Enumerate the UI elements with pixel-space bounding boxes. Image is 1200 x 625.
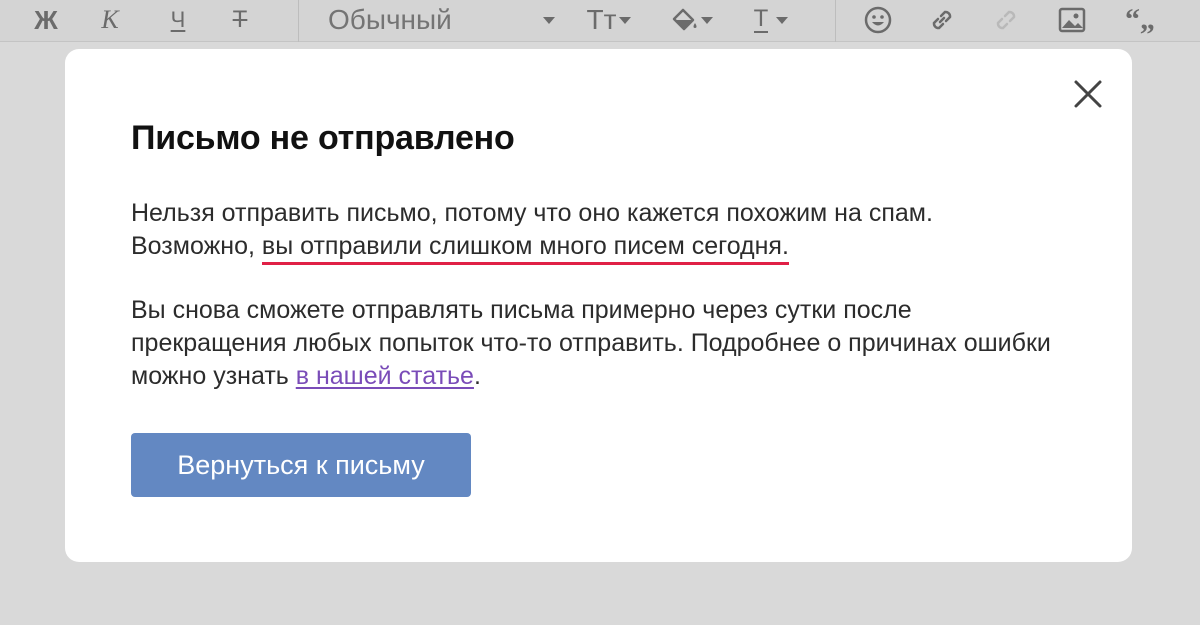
toolbar-divider xyxy=(835,0,836,42)
picture-icon xyxy=(1058,7,1086,33)
font-size-label: Тт xyxy=(586,4,617,35)
article-link[interactable]: в нашей статье xyxy=(296,362,474,390)
text-color-icon[interactable]: Т xyxy=(738,0,804,40)
font-size-icon[interactable]: Тт xyxy=(576,0,642,40)
format-select-value: Обычный xyxy=(328,4,452,35)
message-end: . xyxy=(473,362,481,390)
quote-icon[interactable]: “„ xyxy=(1112,0,1168,40)
chevron-down-icon xyxy=(619,16,632,24)
format-dropdown-chevron-down-icon[interactable] xyxy=(538,0,560,40)
underline-icon[interactable]: Ч xyxy=(158,0,198,40)
editor-toolbar: Ж К Ч Т Обычный Тт Т “„ xyxy=(0,0,1200,42)
dialog-message-retry: Вы снова сможете отправлять письма приме… xyxy=(131,294,1051,393)
chain-link-icon xyxy=(932,10,952,30)
bold-icon[interactable]: Ж xyxy=(26,0,66,40)
strikethrough-icon[interactable]: Т xyxy=(220,0,260,40)
paint-bucket-icon xyxy=(672,8,697,31)
unlink-icon xyxy=(986,0,1026,40)
format-select[interactable]: Обычный xyxy=(328,0,452,40)
message-text: Вы снова сможете отправлять письма приме… xyxy=(131,296,1051,390)
chevron-down-icon xyxy=(701,16,713,24)
fill-color-icon[interactable] xyxy=(660,0,722,40)
toolbar-divider xyxy=(298,0,299,42)
close-x-icon xyxy=(1074,80,1102,108)
chevron-down-icon xyxy=(776,16,789,24)
back-to-letter-button[interactable]: Вернуться к письму xyxy=(131,433,471,497)
link-icon[interactable] xyxy=(922,0,962,40)
dialog-message-spam: Нельзя отправить письмо, потому что оно … xyxy=(131,197,1051,265)
error-dialog: Письмо не отправлено Нельзя отправить пи… xyxy=(65,49,1132,562)
text-color-label: Т xyxy=(753,5,769,33)
broken-link-icon xyxy=(996,10,1016,30)
smile-icon xyxy=(864,6,892,34)
dialog-title: Письмо не отправлено xyxy=(131,119,515,157)
image-icon[interactable] xyxy=(1052,0,1092,40)
emoji-icon[interactable] xyxy=(858,0,898,40)
italic-icon[interactable]: К xyxy=(90,0,130,40)
close-icon[interactable] xyxy=(1071,77,1105,111)
highlighted-reason: вы отправили слишком много писем сегодня… xyxy=(261,232,789,265)
